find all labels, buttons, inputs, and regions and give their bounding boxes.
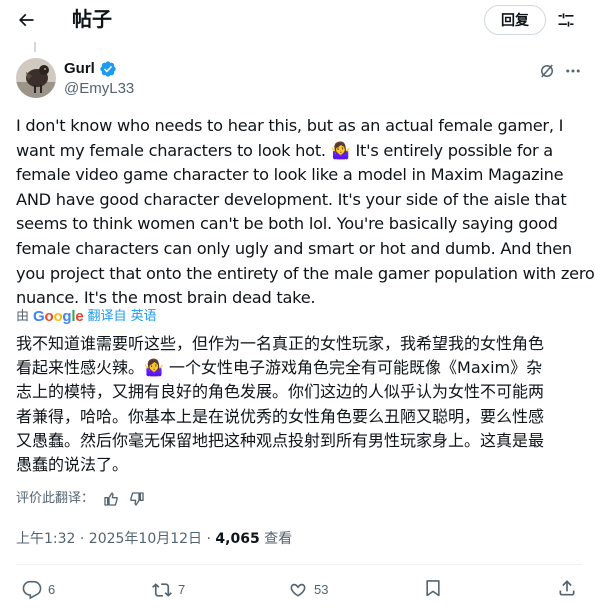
bookmark-icon: [426, 580, 440, 597]
author-display-name[interactable]: Gurl: [64, 60, 117, 78]
translated-text-line: 看起来性感火辣。🤷‍♀️ 一个女性电子游戏角色完全有可能既像《Maxim》杂: [16, 358, 543, 378]
post-text-line: I don't know who needs to hear this, but…: [16, 116, 564, 135]
post-text-line: want my female characters to look hot. 🤷…: [16, 140, 553, 160]
rate-translation-label: 评价此翻译：: [16, 491, 95, 506]
post-text: I don't know who needs to hear this, but…: [16, 114, 595, 311]
translated-text-line: 者兼得，哈哈。你基本上是在说优秀的女性角色要么丑陋又聪明，要么性感: [16, 406, 545, 426]
thumbs-up-icon[interactable]: [102, 490, 120, 508]
thread-connector-line: [34, 42, 36, 52]
top-bar: 帖子 回复: [0, 0, 595, 40]
thumbs-down-icon[interactable]: [128, 490, 146, 508]
avatar-image: [16, 58, 56, 98]
share-icon: [559, 580, 575, 596]
more-options-button[interactable]: [560, 59, 586, 83]
translated-text: 我不知道谁需要听这些，但作为一名真正的女性玩家，我希望我的女性角色 看起来性感火…: [16, 332, 582, 477]
reply-count: 6: [48, 582, 56, 597]
post-metadata: 上午1:32 · 2025年10月12日 · 4,065 查看: [16, 529, 292, 549]
translation-source-link[interactable]: 翻译自 英语: [88, 308, 157, 326]
back-button[interactable]: [8, 2, 44, 38]
rate-translation-row: 评价此翻译：: [16, 490, 146, 508]
translated-by-prefix: 由: [16, 309, 30, 324]
post-text-line: seems to think women can't be both lol. …: [16, 214, 558, 234]
views-label: 查看: [259, 531, 293, 547]
reply-icon: [22, 580, 42, 600]
repost-count: 7: [178, 582, 186, 597]
translated-text-line: 志上的模特，又拥有良好的角色发展。你们这边的人似乎认为女性不可能两: [16, 382, 545, 402]
action-bar: 6 7 53: [0, 574, 595, 608]
repost-action[interactable]: 7: [152, 578, 185, 602]
reply-action[interactable]: 6: [22, 578, 55, 602]
translated-text-line: 我不知道谁需要听这些，但作为一名真正的女性玩家，我希望我的女性角色: [16, 334, 545, 353]
share-action[interactable]: [557, 578, 577, 598]
avatar[interactable]: [16, 58, 56, 98]
arrow-left-icon: [18, 13, 34, 27]
like-count: 53: [314, 582, 329, 597]
bookmark-action[interactable]: [423, 578, 443, 598]
heart-icon: [290, 583, 306, 597]
page-title: 帖子: [72, 7, 112, 31]
more-horizontal-icon: [566, 69, 580, 73]
author-handle[interactable]: @EmyL33: [64, 80, 134, 98]
translation-attribution: 由 Google 翻译自 英语: [16, 308, 157, 326]
repost-icon: [152, 583, 172, 597]
translated-text-line: 又愚蠢。然后你毫无保留地把这种观点投射到所有男性玩家身上。这真是最: [16, 430, 545, 450]
views-count: 4,065: [215, 531, 260, 547]
verified-badge-icon: [99, 60, 117, 78]
translated-text-line: 愚蠢的说法了。: [16, 455, 129, 475]
display-name-text: Gurl: [64, 60, 95, 77]
grok-button[interactable]: [535, 59, 559, 83]
post-text-line: AND have good character development. It'…: [16, 189, 567, 209]
post-timestamp[interactable]: 上午1:32 · 2025年10月12日 ·: [16, 531, 215, 547]
sliders-icon: [558, 13, 574, 27]
google-logo: Google: [33, 308, 84, 325]
post-text-line: female characters can only ugly and smar…: [16, 238, 572, 258]
like-action[interactable]: 53: [288, 578, 328, 602]
post-text-line: you project that onto the entirety of th…: [16, 263, 595, 283]
divider: [16, 564, 582, 565]
settings-button[interactable]: [550, 4, 582, 36]
reply-button[interactable]: 回复: [484, 5, 546, 35]
grok-icon: [541, 64, 553, 78]
post-text-line: female video game character to look like…: [16, 165, 564, 185]
